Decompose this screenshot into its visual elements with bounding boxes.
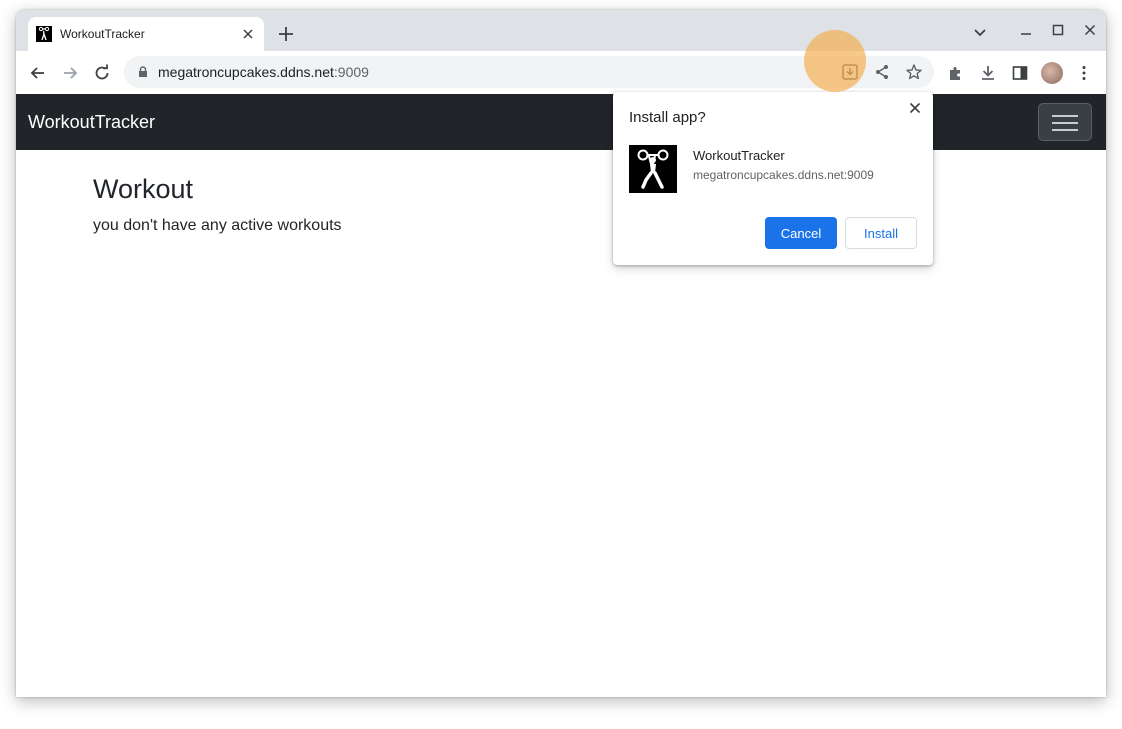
close-window-button[interactable] [1078,18,1102,42]
extensions-button[interactable] [942,59,970,87]
page-title: Workout [93,174,194,204]
install-app-dialog: Install app? WorkoutTracker megatroncupc… [613,92,933,265]
cancel-button[interactable]: Cancel [765,217,837,249]
dialog-title: Install app? [629,109,706,126]
new-tab-button[interactable] [274,22,298,46]
reload-button[interactable] [88,59,116,87]
weightlifter-icon [629,145,677,193]
close-icon [1084,24,1096,36]
url-text[interactable]: megatroncupcakes.ddns.net:9009 [158,64,369,80]
close-icon[interactable] [905,98,925,118]
arrow-left-icon [30,67,44,79]
plus-icon [279,27,293,41]
browser-window: WorkoutTracker megatroncupcakes.ddns.net… [16,10,1106,697]
empty-state-message: you don't have any active workouts [93,217,342,234]
url-port: :9009 [333,64,369,80]
minimize-icon [1021,33,1031,35]
profile-button[interactable] [1038,59,1066,87]
app-navbar: WorkoutTracker [16,94,1106,150]
hamburger-line [1052,122,1078,124]
tab-workouttracker[interactable]: WorkoutTracker [28,17,264,51]
share-icon[interactable] [870,60,894,84]
browser-menu-button[interactable] [1070,59,1098,87]
hamburger-line [1052,115,1078,117]
hamburger-line [1052,129,1078,131]
side-panel-icon [1012,66,1028,80]
weightlifter-icon [36,26,52,42]
back-button[interactable] [24,59,52,87]
tab-title: WorkoutTracker [60,27,145,41]
navbar-brand[interactable]: WorkoutTracker [28,112,155,133]
reload-icon [95,64,109,80]
forward-button[interactable] [56,59,84,87]
maximize-button[interactable] [1046,18,1070,42]
url-host: megatroncupcakes.ddns.net [158,64,334,80]
tab-search-button[interactable] [968,20,992,44]
navbar-toggle-button[interactable] [1038,103,1092,141]
avatar [1041,62,1063,84]
tab-strip: WorkoutTracker [16,10,1106,51]
install-button[interactable]: Install [845,217,917,249]
click-highlight [804,30,866,92]
dialog-app-name: WorkoutTracker [693,148,785,163]
browser-toolbar: megatroncupcakes.ddns.net:9009 [16,51,1106,94]
maximize-icon [1052,24,1064,36]
side-panel-button[interactable] [1006,59,1034,87]
lock-icon[interactable] [136,65,150,79]
star-icon[interactable] [902,60,926,84]
close-icon[interactable] [240,26,256,42]
minimize-button[interactable] [1014,20,1038,44]
download-icon [982,66,994,80]
puzzle-icon [950,67,960,80]
dialog-app-origin: megatroncupcakes.ddns.net:9009 [693,168,874,182]
downloads-button[interactable] [974,59,1002,87]
chevron-down-icon [974,29,986,37]
arrow-right-icon [64,67,78,79]
kebab-menu-icon [1082,66,1086,80]
